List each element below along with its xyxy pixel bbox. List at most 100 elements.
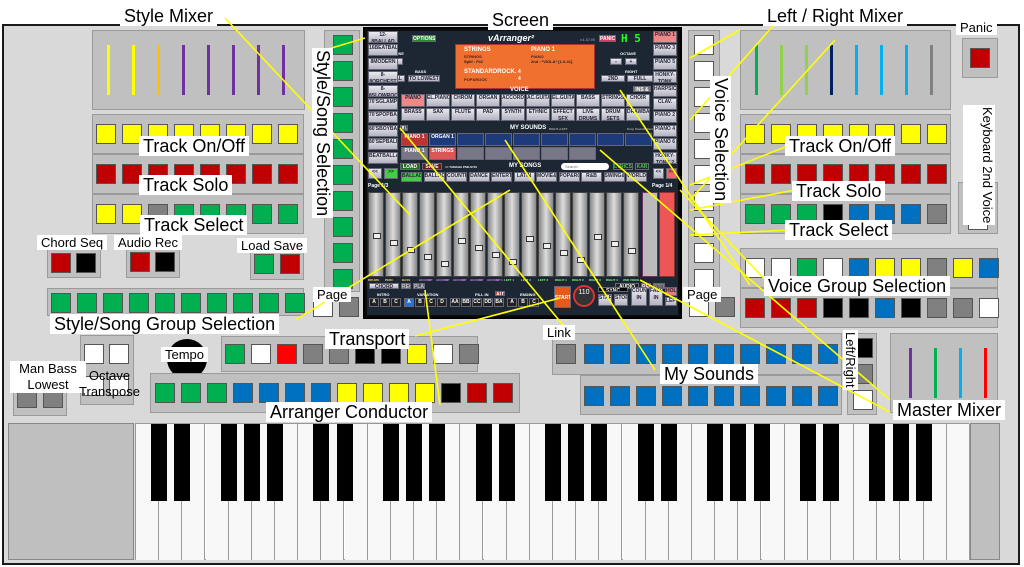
voice-list-item[interactable]: PIANO 3 [653, 44, 677, 57]
karaoke-button[interactable]: KAR [635, 163, 649, 170]
voice-list-item[interactable]: PIANO 2 [653, 111, 677, 124]
fader-3[interactable] [805, 45, 808, 95]
load-screen-button[interactable]: LOAD [400, 163, 420, 170]
style-list-item[interactable]: 80'SEPBALLAD [368, 138, 398, 151]
style-select-button[interactable] [333, 191, 353, 211]
lyrics-button[interactable]: LYRICS [613, 163, 633, 170]
fader-3[interactable] [157, 45, 160, 95]
style-group-button[interactable] [181, 293, 201, 313]
black-key[interactable] [475, 424, 492, 501]
style-list-item[interactable]: BEATBALLAD1 [368, 151, 398, 164]
count-in-button[interactable]: COUNT IN [631, 287, 647, 306]
conductor-button[interactable] [415, 383, 435, 403]
intro-button[interactable]: C [391, 298, 401, 307]
link-screen-button[interactable]: LINK [400, 125, 408, 131]
sync-start-button[interactable]: START [598, 294, 612, 306]
channel-fader-knob[interactable] [577, 257, 585, 263]
my-sound-slot[interactable] [625, 133, 652, 146]
fader-2[interactable] [934, 348, 937, 398]
my-sound-button[interactable] [636, 386, 656, 406]
style-group-button[interactable] [155, 293, 175, 313]
black-key[interactable] [382, 424, 399, 501]
black-key[interactable] [498, 424, 515, 501]
my-sound-button[interactable] [792, 386, 812, 406]
style-select-button[interactable] [333, 35, 353, 55]
my-sound-button[interactable] [662, 386, 682, 406]
hold-button[interactable]: HOLD [665, 287, 677, 296]
conductor-button[interactable] [363, 383, 383, 403]
transport-button[interactable] [225, 344, 245, 364]
voice-list-item[interactable]: CLAV. [653, 98, 677, 110]
fader-3[interactable] [959, 348, 962, 398]
fader-4[interactable] [830, 45, 833, 95]
left-right-button[interactable] [853, 390, 873, 410]
style-list-item[interactable]: 80'SBOYBAND [368, 124, 398, 137]
channel-fader-knob[interactable] [492, 252, 500, 258]
track-on-off-button[interactable] [252, 124, 272, 144]
channel-fader-knob[interactable] [424, 254, 432, 260]
voice-category-button[interactable]: PIANO [401, 94, 425, 107]
conductor-button[interactable] [337, 383, 357, 403]
black-key[interactable] [799, 424, 816, 501]
my-sound-button[interactable] [610, 344, 630, 364]
bass-lowest-screen-button[interactable]: TO LOWEST [408, 75, 440, 82]
fader-4[interactable] [984, 348, 987, 398]
my-sound-button[interactable] [688, 344, 708, 364]
conductor-button[interactable] [207, 383, 227, 403]
black-key[interactable] [243, 424, 260, 501]
my-sound-button[interactable] [818, 386, 838, 406]
track-solo-button[interactable] [252, 164, 272, 184]
style-group-tab[interactable]: COUNTRY [446, 172, 467, 182]
voice-category-button[interactable]: ETHNIC [526, 108, 550, 121]
transport-button[interactable] [303, 344, 323, 364]
black-key[interactable] [823, 424, 839, 501]
voice-prev-button[interactable]: << [653, 168, 664, 179]
black-key[interactable] [336, 424, 353, 501]
my-sound-button[interactable] [740, 344, 760, 364]
style-group-button[interactable] [103, 293, 123, 313]
conductor-button[interactable] [155, 383, 175, 403]
tempo-dial[interactable]: 110 [573, 285, 595, 307]
black-key[interactable] [591, 424, 608, 501]
channel-fader-knob[interactable] [560, 250, 568, 256]
voice-category-button[interactable]: BASS [576, 94, 600, 107]
fill-in-button[interactable]: DD [483, 298, 493, 307]
my-sound-slot[interactable]: ORGAN 1 [429, 133, 456, 146]
voice-category-button[interactable]: FLUTE [451, 108, 475, 121]
voice-select-button[interactable] [694, 269, 714, 289]
fader-1[interactable] [755, 45, 758, 95]
fader-6[interactable] [232, 45, 235, 95]
my-sound-button[interactable] [714, 344, 734, 364]
left-hold-button[interactable]: LEFT [665, 297, 677, 306]
fill-in-button[interactable]: AA [450, 298, 460, 307]
voice-group-button[interactable] [875, 258, 895, 278]
my-sound-slot[interactable]: STRINGS [429, 147, 456, 160]
conductor-button[interactable] [285, 383, 305, 403]
chord-seq-play-button[interactable] [76, 253, 96, 273]
chord-loop-rec-button[interactable]: REC [401, 283, 411, 289]
style-list-item[interactable]: 8-8SLOWROC [368, 84, 398, 97]
conductor-button[interactable] [441, 383, 461, 403]
link-button[interactable] [556, 344, 576, 364]
full-button[interactable]: FULL [627, 75, 653, 82]
voice-category-button[interactable]: EL.PIANO [426, 94, 450, 107]
my-sound-slot[interactable] [569, 133, 596, 146]
voice-list-item[interactable]: HONKY-TONK [653, 71, 677, 84]
audio-rec-record-button[interactable] [130, 252, 150, 272]
channel-fader-knob[interactable] [390, 240, 398, 246]
options-button[interactable]: OPTIONS [412, 35, 436, 42]
voice-group-button[interactable] [745, 258, 765, 278]
fader-5[interactable] [207, 45, 210, 95]
track-select-button[interactable] [96, 204, 116, 224]
style-group-tab[interactable]: SWING&JAZZ [603, 172, 625, 182]
fader-2[interactable] [132, 45, 135, 95]
channel-fader-knob[interactable] [611, 241, 619, 247]
style-group-tab[interactable]: WORLD [626, 172, 647, 182]
voice-group-button[interactable] [797, 258, 817, 278]
style-list-item[interactable]: 16BEATBALLAD [368, 44, 398, 57]
my-sound-slot[interactable]: PIANO 1 [401, 147, 428, 160]
my-sound-slot[interactable] [541, 147, 568, 160]
channel-fader-knob[interactable] [543, 243, 551, 249]
my-sound-slot[interactable] [457, 147, 484, 160]
voice-group-button[interactable] [953, 258, 973, 278]
